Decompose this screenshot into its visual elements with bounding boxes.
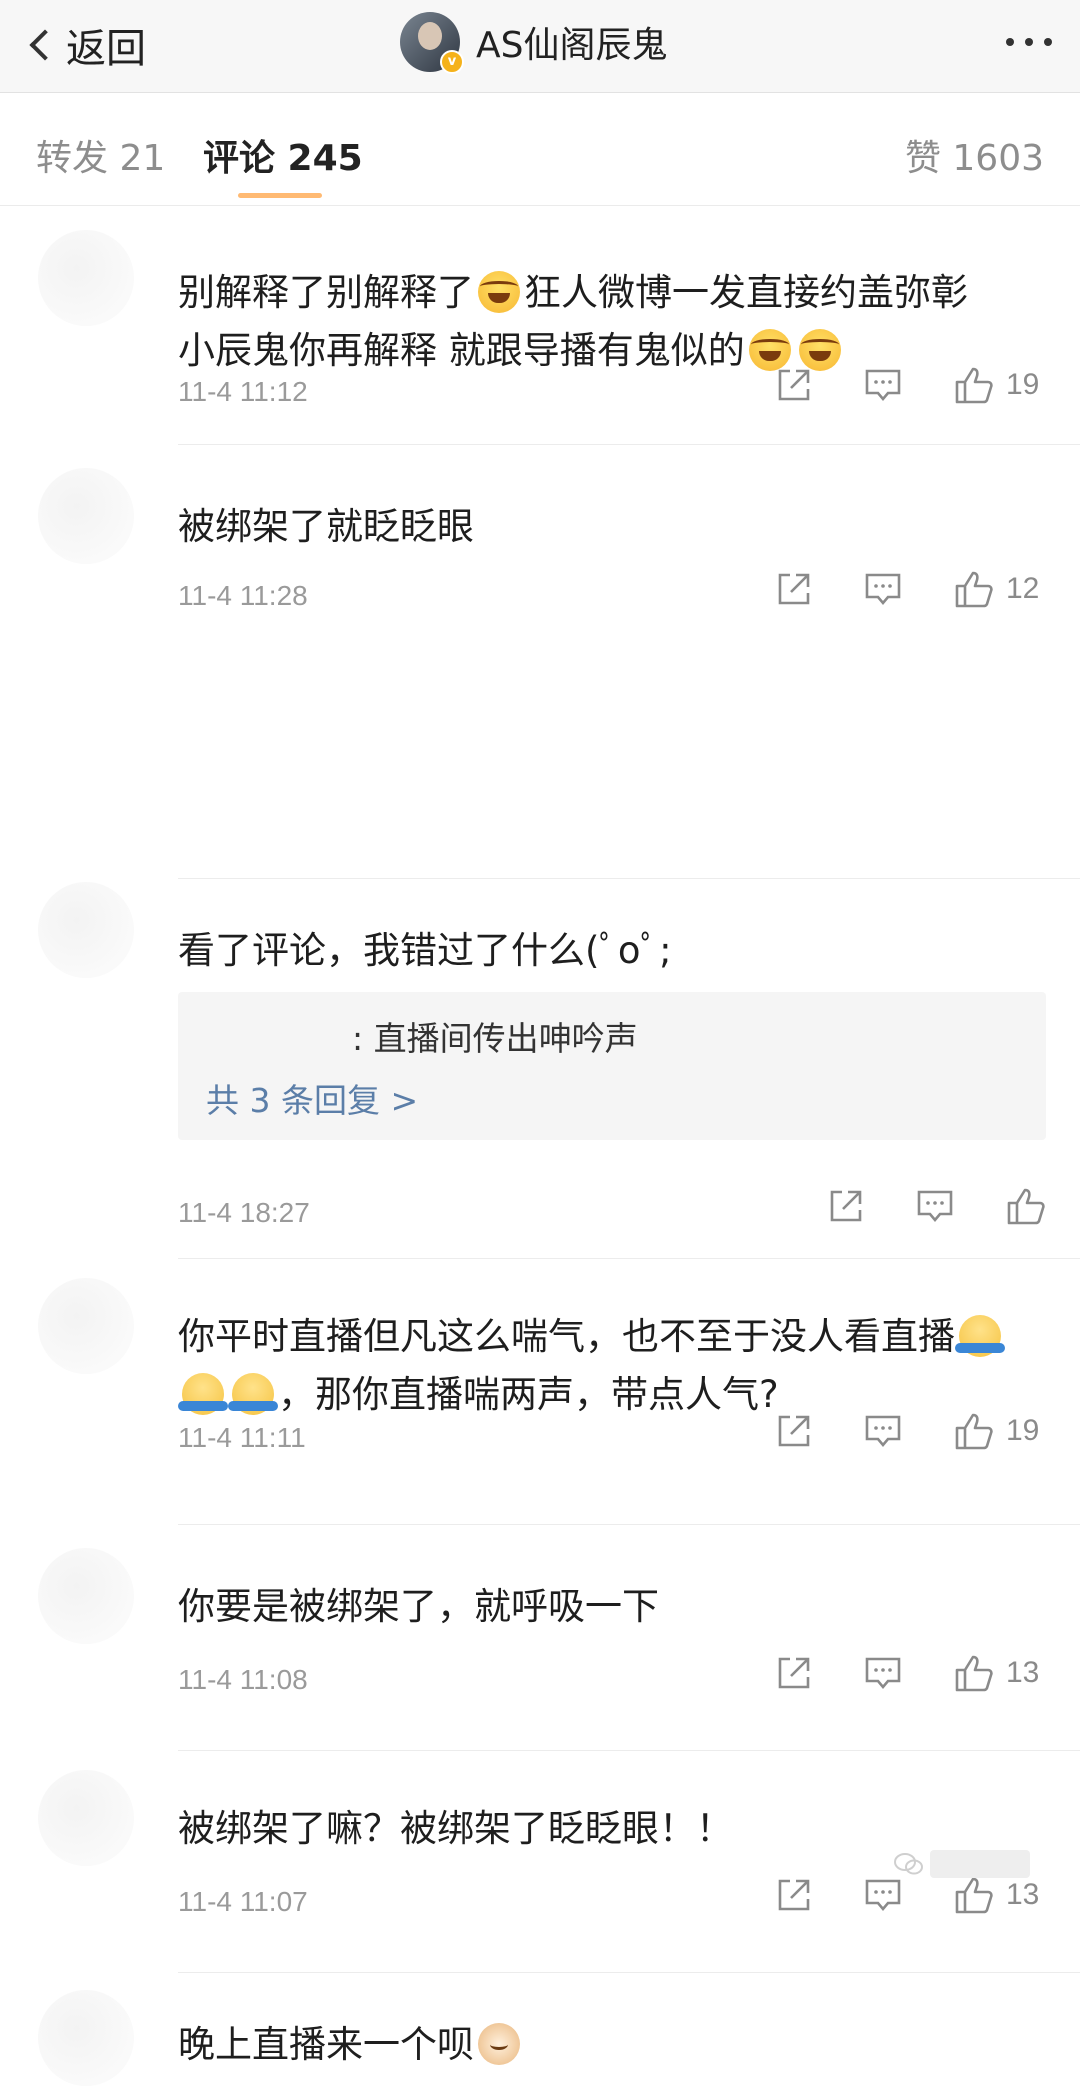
tab-repost[interactable]: 转发 21 xyxy=(36,129,165,181)
comment-text: 看了评论，我错过了什么(ﾟoﾟ; xyxy=(178,929,672,972)
comment-time: 11-4 11:08 xyxy=(178,1664,308,1695)
repost-button[interactable] xyxy=(776,571,812,607)
comment-time: 11-4 11:11 xyxy=(178,1422,306,1453)
reply-button[interactable] xyxy=(864,367,902,403)
reply-button[interactable] xyxy=(916,1188,954,1224)
author-name: AS仙阁辰鬼 xyxy=(476,25,668,66)
commenter-avatar[interactable] xyxy=(38,468,134,564)
like-count: 13 xyxy=(1006,1656,1040,1689)
commenter-avatar[interactable] xyxy=(38,882,134,978)
cat-emoji-icon xyxy=(478,2023,520,2065)
reply-preview-box[interactable]: : 直播间传出呻吟声 共 3 条回复 > xyxy=(178,992,1046,1140)
repost-button[interactable] xyxy=(776,1877,812,1913)
comment-icon xyxy=(865,1657,901,1690)
like-count: 13 xyxy=(1006,1878,1040,1911)
repost-button[interactable] xyxy=(776,367,812,403)
shrug-emoji-icon xyxy=(228,1373,278,1415)
commenter-avatar[interactable] xyxy=(38,1278,134,1374)
comment-time: 11-4 11:28 xyxy=(178,580,308,611)
author-avatar[interactable]: v xyxy=(400,12,464,74)
like-count: 19 xyxy=(1006,1414,1040,1447)
reply-button[interactable] xyxy=(864,571,902,607)
commenter-avatar[interactable] xyxy=(38,230,134,326)
back-button[interactable]: 返回 xyxy=(26,16,146,74)
comment-icon xyxy=(917,1190,953,1223)
thumbs-up-icon xyxy=(955,1413,993,1450)
comment-text: 别解释了别解释了 狂人微博一发直接约盖弥彰 小辰鬼你再解释 就跟导播有鬼似的 xyxy=(178,271,968,372)
watermark xyxy=(894,1850,1030,1878)
comment-icon xyxy=(865,573,901,606)
commenter-avatar[interactable] xyxy=(38,1770,134,1866)
comment-time: 11-4 11:12 xyxy=(178,376,308,407)
like-button[interactable]: 13 xyxy=(954,1876,1046,1914)
share-icon xyxy=(830,1190,862,1222)
comment-text: 被绑架了就眨眨眼 xyxy=(178,505,474,548)
tab-comment[interactable]: 评论 245 xyxy=(203,129,363,181)
verified-badge-icon: v xyxy=(440,50,464,74)
comment-actions: 13 xyxy=(776,1876,1046,1914)
share-icon xyxy=(778,1657,810,1689)
laughing-crying-emoji-icon xyxy=(748,329,791,371)
shrug-emoji-icon xyxy=(955,1315,1005,1357)
back-label: 返回 xyxy=(66,26,146,72)
repost-button[interactable] xyxy=(776,1413,812,1449)
like-count: 12 xyxy=(1006,572,1040,605)
comment-time: 11-4 11:07 xyxy=(178,1886,308,1917)
like-count: 19 xyxy=(1006,368,1040,401)
comment-text: 晚上直播来一个呗 xyxy=(178,2016,1038,2074)
thumbs-up-icon xyxy=(955,1877,993,1914)
comment-text: 你平时直播但凡这么喘气，也不至于没人看直播 ，那你直播喘两声，带点人气? xyxy=(178,1308,1038,1424)
like-button[interactable]: 19 xyxy=(954,1412,1046,1450)
comment-text: 你要是被绑架了，就呼吸一下 xyxy=(178,1585,659,1628)
author-info[interactable]: v AS仙阁辰鬼 xyxy=(400,12,668,74)
like-button[interactable]: 13 xyxy=(954,1654,1046,1692)
like-button[interactable] xyxy=(1006,1187,1046,1225)
thumbs-up-icon xyxy=(955,367,993,404)
chevron-left-icon xyxy=(29,29,61,61)
like-button[interactable]: 19 xyxy=(954,366,1046,404)
share-icon xyxy=(778,369,810,401)
active-tab-indicator xyxy=(238,193,322,198)
reply-button[interactable] xyxy=(864,1413,902,1449)
comment-time: 11-4 18:27 xyxy=(178,1197,310,1228)
comment-icon xyxy=(865,369,901,402)
share-icon xyxy=(778,1879,810,1911)
share-icon xyxy=(778,573,810,605)
thumbs-up-icon xyxy=(1007,1188,1045,1225)
repost-button[interactable] xyxy=(776,1655,812,1691)
comment-actions: 19 xyxy=(776,1412,1046,1450)
commenter-avatar[interactable] xyxy=(38,1990,134,2086)
share-icon xyxy=(778,1415,810,1447)
comment-actions: 13 xyxy=(776,1654,1046,1692)
laughing-crying-emoji-icon xyxy=(798,329,841,371)
reply-preview-line: : 直播间传出呻吟声 xyxy=(352,1019,638,1058)
like-button[interactable]: 12 xyxy=(954,570,1046,608)
post-tabs: 转发 21 评论 245 赞 1603 xyxy=(0,93,1080,206)
repost-button[interactable] xyxy=(828,1188,864,1224)
comment-actions xyxy=(828,1187,1046,1225)
wechat-logo-icon xyxy=(894,1853,923,1875)
reply-button[interactable] xyxy=(864,1877,902,1913)
view-replies-link[interactable]: 共 3 条回复 > xyxy=(206,1074,418,1122)
shrug-emoji-icon xyxy=(178,1373,228,1415)
comment-actions: 19 xyxy=(776,366,1046,404)
top-nav-bar: 返回 v AS仙阁辰鬼 xyxy=(0,0,1080,93)
reply-button[interactable] xyxy=(864,1655,902,1691)
laughing-crying-emoji-icon xyxy=(478,271,520,313)
more-options-icon[interactable] xyxy=(1006,38,1052,46)
thumbs-up-icon xyxy=(955,571,993,608)
thumbs-up-icon xyxy=(955,1655,993,1692)
commenter-avatar[interactable] xyxy=(38,1548,134,1644)
comment-icon xyxy=(865,1415,901,1448)
comment-icon xyxy=(865,1879,901,1912)
tab-like[interactable]: 赞 1603 xyxy=(905,129,1044,181)
comment-actions: 12 xyxy=(776,570,1046,608)
